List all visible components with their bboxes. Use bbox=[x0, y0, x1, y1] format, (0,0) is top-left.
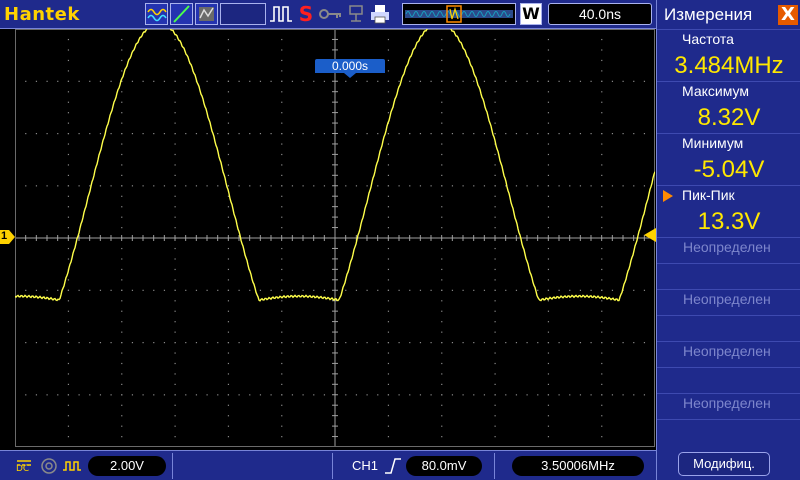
measurement-panel: Измерения X Частота 3.484MHz Максимум 8.… bbox=[656, 0, 800, 480]
measurement-label: Неопределен bbox=[683, 239, 771, 255]
divider bbox=[332, 453, 333, 479]
time-per-div-readout[interactable]: 40.0ns bbox=[548, 3, 652, 25]
selected-arrow-icon bbox=[663, 190, 673, 202]
status-indicator bbox=[220, 3, 266, 25]
ch1-trace-area bbox=[15, 29, 655, 302]
usb-icon bbox=[346, 3, 366, 25]
trigger-frequency-readout: 3.50006MHz bbox=[512, 456, 644, 476]
rising-edge-icon[interactable] bbox=[384, 456, 402, 476]
memory-depth-icon[interactable] bbox=[402, 3, 516, 25]
ch1-ground-marker[interactable]: 1 bbox=[0, 229, 15, 244]
trigger-source-label[interactable]: CH1 bbox=[352, 456, 384, 476]
divider bbox=[494, 453, 495, 479]
bottom-status-bar: DC 2.00V CH1 80.0mV 3.50006MHz bbox=[0, 450, 656, 480]
top-toolbar: Hantek S W 40.0ns bbox=[0, 0, 656, 29]
close-icon[interactable]: X bbox=[778, 5, 798, 25]
dc-coupling-icon[interactable]: DC bbox=[16, 454, 32, 478]
key-icon[interactable] bbox=[318, 3, 344, 25]
measurement-label: Минимум bbox=[682, 135, 744, 151]
brand-logo: Hantek bbox=[4, 4, 80, 25]
persist-icon[interactable] bbox=[195, 3, 218, 25]
measurement-slot-empty[interactable] bbox=[657, 315, 800, 341]
measurement-label: Частота bbox=[682, 31, 734, 47]
measurement-label: Неопределен bbox=[683, 395, 771, 411]
ch1-volts-per-div[interactable]: 2.00V bbox=[88, 456, 166, 476]
measurement-value: 8.32V bbox=[697, 104, 761, 131]
wave-icon[interactable] bbox=[145, 3, 168, 25]
printer-icon[interactable] bbox=[369, 3, 391, 25]
invert-icon[interactable] bbox=[62, 456, 82, 476]
run-state-label[interactable]: S bbox=[296, 3, 316, 25]
measurement-minimum[interactable]: Минимум -5.04V bbox=[657, 133, 800, 185]
measurement-slot-undefined[interactable]: Неопределен bbox=[657, 237, 800, 263]
measurement-slot-undefined[interactable]: Неопределен bbox=[657, 341, 800, 367]
trigger-position-readout[interactable]: 0.000s bbox=[315, 59, 385, 73]
measurement-slot-undefined[interactable]: Неопределен bbox=[657, 289, 800, 315]
measurement-label: Максимум bbox=[682, 83, 749, 99]
divider bbox=[172, 453, 173, 479]
measurement-value: -5.04V bbox=[693, 156, 765, 183]
ch1-marker-label: 1 bbox=[1, 230, 8, 242]
measurement-frequency[interactable]: Частота 3.484MHz bbox=[657, 29, 800, 81]
waveform-display[interactable]: 0.000s bbox=[15, 29, 655, 447]
trigger-level-marker[interactable] bbox=[642, 227, 656, 242]
measurement-label: Неопределен bbox=[683, 291, 771, 307]
bandwidth-icon[interactable] bbox=[40, 456, 58, 476]
measurement-slot-empty[interactable] bbox=[657, 263, 800, 289]
measurement-value: 13.3V bbox=[697, 208, 761, 235]
measurement-label: Неопределен bbox=[683, 343, 771, 359]
measurement-slot-empty[interactable] bbox=[657, 367, 800, 393]
horizontal-mode-button[interactable]: W bbox=[520, 3, 542, 25]
measurement-slot-undefined[interactable]: Неопределен bbox=[657, 393, 800, 419]
trigger-level-readout[interactable]: 80.0mV bbox=[406, 456, 482, 476]
pulse-icon[interactable] bbox=[268, 3, 294, 25]
measurement-peak-to-peak[interactable]: Пик-Пик 13.3V bbox=[657, 185, 800, 237]
trigger-position-marker bbox=[344, 73, 356, 78]
measurement-slot-empty[interactable] bbox=[657, 419, 800, 445]
measurement-maximum[interactable]: Максимум 8.32V bbox=[657, 81, 800, 133]
line-icon[interactable] bbox=[170, 3, 193, 25]
measurement-label: Пик-Пик bbox=[682, 187, 735, 203]
modify-button[interactable]: Модифиц. bbox=[678, 452, 770, 476]
measurement-value: 3.484MHz bbox=[674, 52, 784, 79]
